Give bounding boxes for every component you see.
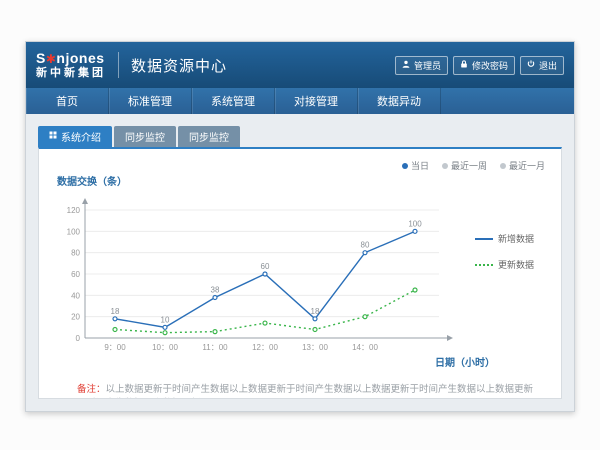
top-header: S✱njones 新中新集团 数据资源中心 管理员 修改密码 退出 bbox=[26, 42, 574, 88]
line-chart: 0 20 40 60 80 100 120 9：00 10：00 11：00 12：00 13：00 1… bbox=[49, 190, 469, 358]
lock-icon bbox=[460, 60, 468, 70]
svg-text:38: 38 bbox=[211, 285, 220, 294]
week-dot-icon bbox=[442, 163, 448, 169]
footnote-label: 备注： bbox=[77, 384, 106, 395]
tab-system-intro[interactable]: 系统介绍 bbox=[38, 126, 112, 147]
dotted-line-icon bbox=[475, 264, 493, 266]
svg-text:14：00: 14：00 bbox=[352, 343, 378, 352]
svg-text:13：00: 13：00 bbox=[302, 343, 328, 352]
svg-text:12：00: 12：00 bbox=[252, 343, 278, 352]
svg-text:0: 0 bbox=[76, 334, 81, 343]
chart-panel: 当日 最近一周 最近一月 数据交换（条） 0 20 40 60 80 100 120 9：00… bbox=[38, 147, 562, 399]
footnote-text: 以上数据更新于时间产生数据以上数据更新于时间产生数据以上数据更新于时间产生数据以… bbox=[77, 384, 533, 399]
nav-item-home[interactable]: 首页 bbox=[26, 88, 109, 114]
range-last-month[interactable]: 最近一月 bbox=[500, 159, 545, 172]
nav-item-connect-mgmt[interactable]: 对接管理 bbox=[275, 88, 358, 114]
nav-item-system-mgmt[interactable]: 系统管理 bbox=[192, 88, 275, 114]
range-legend: 当日 最近一周 最近一月 bbox=[402, 159, 545, 172]
nav-item-data-change[interactable]: 数据异动 bbox=[358, 88, 441, 114]
svg-text:10：00: 10：00 bbox=[152, 343, 178, 352]
change-password-label: 修改密码 bbox=[472, 59, 508, 72]
svg-text:80: 80 bbox=[71, 249, 80, 258]
legend-new-data[interactable]: 新增数据 bbox=[475, 232, 534, 245]
chart-row: 0 20 40 60 80 100 120 9：00 10：00 11：00 12：00 13：00 1… bbox=[49, 190, 551, 358]
tab-bar: 系统介绍 同步监控 同步监控 bbox=[38, 126, 562, 147]
logo-subtitle: 新中新集团 bbox=[36, 68, 106, 79]
logout-button[interactable]: 退出 bbox=[520, 56, 564, 75]
tab-system-intro-label: 系统介绍 bbox=[61, 129, 101, 144]
app-window: S✱njones 新中新集团 数据资源中心 管理员 修改密码 退出 bbox=[25, 41, 575, 412]
range-today[interactable]: 当日 bbox=[402, 159, 429, 172]
svg-text:100: 100 bbox=[408, 219, 422, 228]
desktop-background: S✱njones 新中新集团 数据资源中心 管理员 修改密码 退出 bbox=[0, 0, 600, 450]
header-divider bbox=[118, 52, 119, 78]
admin-button-label: 管理员 bbox=[414, 59, 441, 72]
main-nav: 首页 标准管理 系统管理 对接管理 数据异动 bbox=[26, 88, 574, 114]
logo-wordmark: S✱njones bbox=[36, 51, 106, 65]
content-area: 系统介绍 同步监控 同步监控 当日 最近一周 最近一月 数据交换（条） 0 20 4… bbox=[26, 114, 574, 411]
grid-icon bbox=[49, 131, 57, 142]
logo: S✱njones 新中新集团 bbox=[36, 51, 106, 79]
svg-text:18: 18 bbox=[111, 307, 120, 316]
svg-text:120: 120 bbox=[67, 206, 81, 215]
solid-line-icon bbox=[475, 238, 493, 240]
footnote: 备注：以上数据更新于时间产生数据以上数据更新于时间产生数据以上数据更新于时间产生… bbox=[49, 383, 551, 399]
svg-text:20: 20 bbox=[71, 313, 80, 322]
svg-text:9：00: 9：00 bbox=[104, 343, 126, 352]
tab-sync-monitor-1[interactable]: 同步监控 bbox=[114, 126, 176, 147]
svg-text:60: 60 bbox=[71, 270, 80, 279]
svg-text:11：00: 11：00 bbox=[202, 343, 228, 352]
user-icon bbox=[402, 60, 410, 70]
nav-item-standard-mgmt[interactable]: 标准管理 bbox=[109, 88, 192, 114]
today-dot-icon bbox=[402, 163, 408, 169]
svg-text:18: 18 bbox=[311, 307, 320, 316]
svg-text:60: 60 bbox=[261, 262, 270, 271]
logo-star-icon: ✱ bbox=[46, 52, 57, 66]
power-icon bbox=[527, 60, 535, 70]
y-axis-title: 数据交换（条） bbox=[57, 173, 551, 188]
header-actions: 管理员 修改密码 退出 bbox=[395, 56, 564, 75]
series-legend: 新增数据 更新数据 bbox=[469, 232, 534, 358]
admin-button[interactable]: 管理员 bbox=[395, 56, 448, 75]
change-password-button[interactable]: 修改密码 bbox=[453, 56, 515, 75]
tab-sync-monitor-2[interactable]: 同步监控 bbox=[178, 126, 240, 147]
svg-text:80: 80 bbox=[361, 241, 370, 250]
logout-label: 退出 bbox=[539, 59, 557, 72]
svg-text:40: 40 bbox=[71, 291, 80, 300]
legend-update-data[interactable]: 更新数据 bbox=[475, 258, 534, 271]
svg-text:100: 100 bbox=[67, 227, 81, 236]
page-title: 数据资源中心 bbox=[131, 55, 227, 76]
month-dot-icon bbox=[500, 163, 506, 169]
svg-text:10: 10 bbox=[161, 315, 170, 324]
range-last-week[interactable]: 最近一周 bbox=[442, 159, 487, 172]
